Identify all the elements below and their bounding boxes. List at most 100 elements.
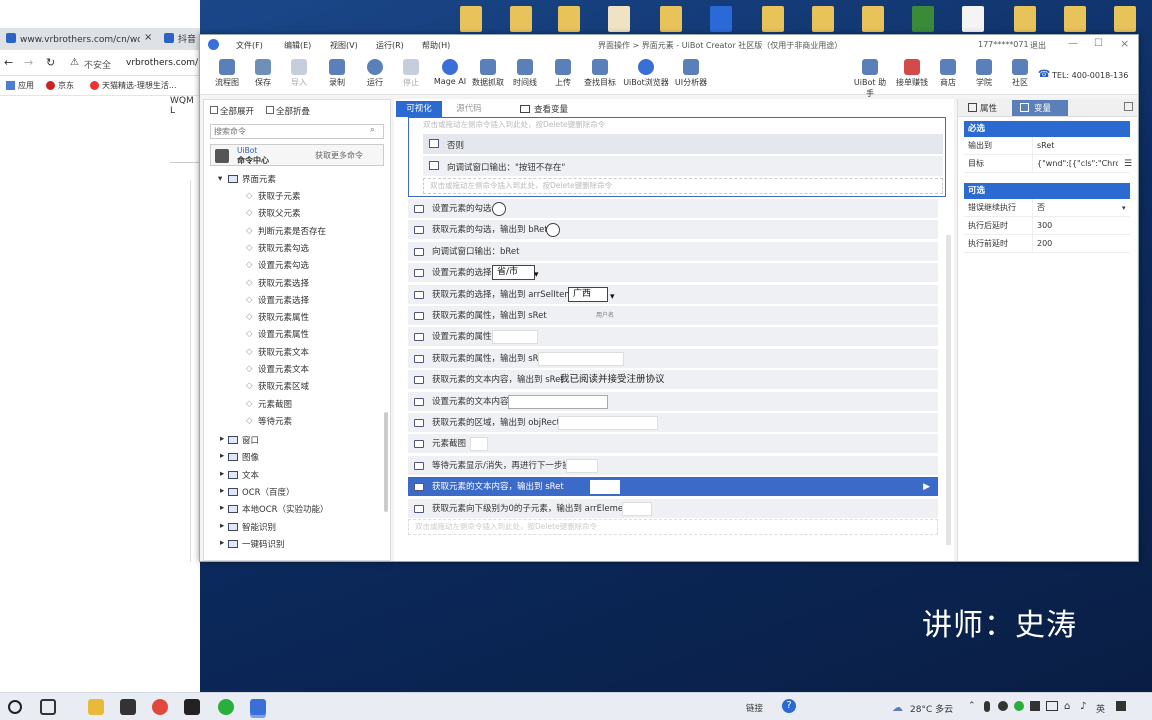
bookmark-item[interactable]: 天猫精选-理想生活...	[102, 80, 200, 91]
desktop-app-icon[interactable]	[912, 6, 934, 32]
academy-button[interactable]: 学院	[970, 59, 998, 88]
command-group[interactable]: 本地OCR（实验功能）	[242, 503, 329, 515]
command-group[interactable]: 窗口	[242, 434, 259, 446]
command-row[interactable]: 获取元素的勾选，输出到 bRet	[408, 220, 938, 241]
desktop-folder-icon[interactable]	[1114, 6, 1136, 32]
menu-view[interactable]: 视图(V)	[330, 40, 358, 51]
chevron-down-icon[interactable]: ▾	[1122, 199, 1126, 217]
command-item[interactable]: 获取子元素	[258, 190, 301, 202]
caret-right-icon[interactable]: ▸	[220, 469, 224, 479]
uibot-assistant-button[interactable]: UiBot 助手	[850, 59, 890, 99]
desktop-folder-icon[interactable]	[862, 6, 884, 32]
minimize-icon[interactable]: —	[1068, 38, 1078, 49]
help-icon[interactable]: ?	[782, 699, 796, 713]
bookmark-item[interactable]: 应用	[18, 80, 34, 91]
find-target-button[interactable]: 查找目标	[582, 59, 618, 88]
play-icon[interactable]: ▶	[923, 477, 930, 497]
caret-right-icon[interactable]: ▸	[220, 538, 224, 548]
forward-arrow-icon[interactable]: →	[24, 56, 33, 69]
tab-variables[interactable]: 变量	[1034, 102, 1051, 114]
command-item[interactable]: 设置元素文本	[258, 363, 309, 375]
prop-delay-before-value[interactable]: 200	[1032, 235, 1130, 253]
input-method-icon[interactable]	[1116, 701, 1126, 711]
scrollbar-thumb[interactable]	[384, 412, 388, 512]
command-item[interactable]: 获取元素文本	[258, 346, 309, 358]
desktop-file-icon[interactable]	[962, 6, 984, 32]
store-button[interactable]: 商店	[934, 59, 962, 88]
caret-right-icon[interactable]: ▸	[220, 521, 224, 531]
upload-button[interactable]: 上传	[548, 59, 578, 88]
wechat-tray-icon[interactable]	[1014, 701, 1024, 711]
desktop-folder-icon[interactable]	[460, 6, 482, 32]
command-row[interactable]: 向调试窗口输出：bRet	[408, 241, 938, 262]
chevron-up-icon[interactable]: ⌃	[968, 701, 976, 711]
save-button[interactable]: 保存	[248, 59, 278, 88]
desktop-folder-icon[interactable]	[660, 6, 682, 32]
command-item[interactable]: 元素截图	[258, 398, 292, 410]
command-row[interactable]: 设置元素的文本内容	[408, 391, 938, 412]
command-item[interactable]: 获取元素勾选	[258, 242, 309, 254]
command-item[interactable]: 等待元素	[258, 415, 292, 427]
command-row[interactable]: 获取元素的选择，输出到 arrSelItem 广西 ▾	[408, 284, 938, 305]
command-row[interactable]: 设置元素的属性	[408, 327, 938, 348]
link-label[interactable]: 链接	[746, 702, 763, 714]
command-row[interactable]: 获取元素的文本内容，输出到 sRet ▶	[408, 477, 938, 498]
search-circle-icon[interactable]	[8, 700, 22, 714]
command-search-input[interactable]	[210, 124, 384, 139]
menu-run[interactable]: 运行(R)	[376, 40, 404, 51]
command-row[interactable]: 获取元素向下级别为0的子元素，输出到 arrElement	[408, 498, 938, 519]
command-row[interactable]: 获取元素的属性，输出到 sRet 用户名	[408, 306, 938, 326]
command-row[interactable]: 元素截图	[408, 434, 938, 455]
volume-icon[interactable]: ♪	[1080, 701, 1086, 712]
logout-link[interactable]: 退出	[1030, 40, 1046, 51]
browser-tab-2[interactable]: 抖音	[178, 30, 200, 50]
category-ui-elements[interactable]: 界面元素	[242, 173, 276, 185]
command-item[interactable]: 判断元素是否存在	[258, 225, 326, 237]
close-icon[interactable]: ×	[1120, 37, 1129, 50]
command-group[interactable]: 文本	[242, 469, 259, 481]
caret-right-icon[interactable]: ▸	[220, 503, 224, 513]
earn-orders-button[interactable]: 接单赚钱	[894, 59, 930, 88]
ime-indicator[interactable]: 英	[1096, 702, 1105, 715]
run-button[interactable]: 运行	[360, 59, 390, 88]
command-item[interactable]: 设置元素属性	[258, 328, 309, 340]
community-button[interactable]: 社区	[1006, 59, 1034, 88]
wechat-icon[interactable]	[218, 699, 234, 715]
menu-edit[interactable]: 编辑(E)	[284, 40, 311, 51]
data-scrape-button[interactable]: 数据抓取	[470, 59, 506, 88]
view-variables-button[interactable]: 查看变量	[534, 103, 568, 115]
monitor-icon[interactable]	[1046, 701, 1058, 711]
uibot-taskbar-icon[interactable]	[250, 699, 266, 715]
prop-delay-after-value[interactable]: 300	[1032, 217, 1130, 235]
desktop-folder-icon[interactable]	[1014, 6, 1036, 32]
tab-visual[interactable]: 可视化	[396, 101, 442, 117]
bookmark-item[interactable]: 京东	[58, 80, 74, 91]
browser-tab-1[interactable]: www.vrbrothers.com/cn/wqm	[20, 30, 140, 50]
editor-scrollbar[interactable]	[946, 235, 951, 545]
chrome-icon[interactable]	[152, 699, 168, 715]
mage-ai-button[interactable]: Mage AI	[432, 59, 468, 86]
command-item[interactable]: 设置元素勾选	[258, 259, 309, 271]
desktop-folder-icon[interactable]	[558, 6, 580, 32]
task-view-icon[interactable]	[40, 699, 56, 715]
desktop-app-icon[interactable]	[710, 6, 732, 32]
record-button[interactable]: 录制	[322, 59, 352, 88]
url-text[interactable]: vrbrothers.com/	[126, 58, 198, 68]
search-icon[interactable]: ⌕	[370, 125, 375, 135]
else-row[interactable]: 否则	[423, 134, 943, 154]
desktop-folder-icon[interactable]	[762, 6, 784, 32]
tab-source[interactable]: 源代码	[446, 101, 492, 117]
caret-down-icon[interactable]: ▾	[218, 174, 222, 184]
command-group[interactable]: 智能识别	[242, 521, 276, 533]
prop-target-value[interactable]: {"wnd":[{"cls":"Chrom	[1032, 155, 1118, 173]
flowchart-button[interactable]: 流程图	[210, 59, 244, 88]
menu-file[interactable]: 文件(F)	[236, 40, 263, 51]
command-item[interactable]: 获取父元素	[258, 207, 301, 219]
command-group[interactable]: 一键码识别	[242, 538, 285, 550]
menu-help[interactable]: 帮助(H)	[422, 40, 450, 51]
debug-output-row[interactable]: 向调试窗口输出："按钮不存在"	[423, 156, 943, 176]
command-row[interactable]: 获取元素的区域，输出到 objRect	[408, 413, 938, 433]
command-row[interactable]: 获取元素的属性，输出到 sRet	[408, 348, 938, 369]
command-item[interactable]: 获取元素属性	[258, 311, 309, 323]
weather-text[interactable]: 28°C 多云	[910, 702, 953, 715]
